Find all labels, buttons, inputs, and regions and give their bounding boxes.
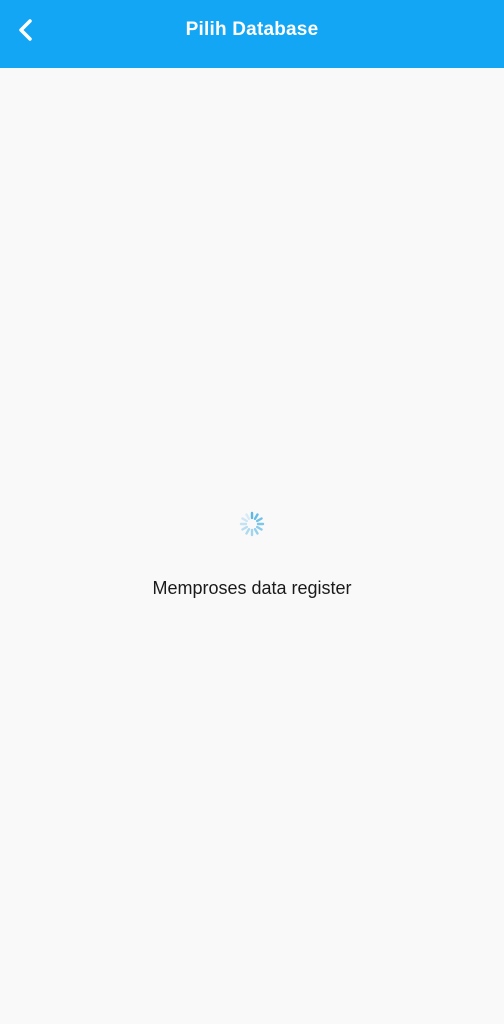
page-title: Pilih Database xyxy=(185,19,319,40)
chevron-left-icon xyxy=(19,19,32,41)
app-header: Pilih Database xyxy=(0,0,504,68)
back-button[interactable] xyxy=(8,12,44,48)
app-screen: Pilih Database Memproses data register xyxy=(0,0,504,1024)
loading-spinner-icon xyxy=(239,511,265,537)
loading-message: Memproses data register xyxy=(152,578,352,598)
